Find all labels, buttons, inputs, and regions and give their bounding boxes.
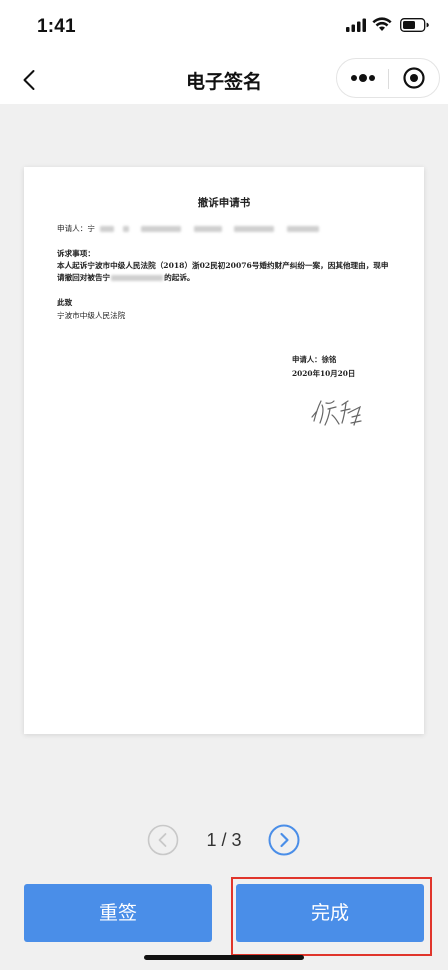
applicant-line: 申请人：宁 bbox=[57, 223, 319, 234]
resign-button[interactable]: 重签 bbox=[24, 884, 212, 942]
chevron-right-circle-icon bbox=[268, 824, 300, 856]
page-indicator: 1 / 3 bbox=[206, 830, 242, 850]
closing-text: 此致 bbox=[57, 298, 73, 307]
document-title: 撤诉申请书 bbox=[197, 197, 251, 209]
prev-page-button[interactable] bbox=[147, 824, 179, 856]
redacted-text bbox=[193, 226, 222, 232]
signal-icon bbox=[346, 18, 366, 32]
request-body-line: 本人起诉宁波市中级人民法院（2018）浙02民初20076号婚约财产纠纷一案，因… bbox=[57, 261, 389, 270]
next-page-button[interactable] bbox=[268, 824, 300, 856]
nav-bar: 电子签名 bbox=[0, 56, 448, 104]
status-time: 1:41 bbox=[37, 16, 76, 37]
request-body-start: 请撤回对被告宁 bbox=[57, 273, 111, 282]
done-button[interactable]: 完成 bbox=[236, 884, 424, 942]
sign-date: 2020年10月20日 bbox=[292, 369, 356, 378]
court-name: 宁波市中级人民法院 bbox=[57, 311, 126, 320]
request-body: 本人起诉宁波市中级人民法院（2018）浙02民初20076号婚约财产纠纷一案，因… bbox=[57, 260, 393, 284]
mini-program-capsule bbox=[336, 58, 440, 98]
applicant-label: 申请人：宁 bbox=[57, 224, 95, 233]
signer-name: 申请人：徐铭 bbox=[292, 355, 337, 364]
more-button[interactable] bbox=[337, 59, 388, 97]
request-body-end: 的起诉。 bbox=[164, 273, 195, 282]
wifi-icon bbox=[372, 17, 392, 31]
redacted-text bbox=[141, 226, 182, 232]
document-preview: 撤诉申请书 申请人：宁 诉求事项： 本人起诉宁波市中级人民法院（2018）浙02… bbox=[24, 167, 424, 734]
redacted-text bbox=[234, 226, 275, 232]
handwritten-signature: 徐铭 bbox=[311, 400, 362, 426]
chevron-left-icon bbox=[23, 70, 35, 90]
redacted-text bbox=[100, 226, 115, 232]
back-button[interactable] bbox=[14, 64, 46, 96]
close-button[interactable] bbox=[389, 59, 440, 97]
redacted-text bbox=[122, 226, 129, 232]
battery-icon bbox=[400, 18, 429, 32]
request-heading: 诉求事项： bbox=[57, 249, 95, 258]
pagination: 1 / 3 bbox=[0, 820, 448, 860]
request-body-line: 请撤回对被告宁 的起诉。 bbox=[57, 272, 393, 284]
redacted-text bbox=[286, 226, 319, 232]
home-indicator bbox=[144, 955, 304, 960]
close-target-icon bbox=[403, 67, 425, 89]
status-bar: 1:41 bbox=[0, 0, 448, 56]
more-icon bbox=[351, 74, 375, 82]
redacted-text bbox=[111, 275, 164, 281]
chevron-left-circle-icon bbox=[147, 824, 179, 856]
